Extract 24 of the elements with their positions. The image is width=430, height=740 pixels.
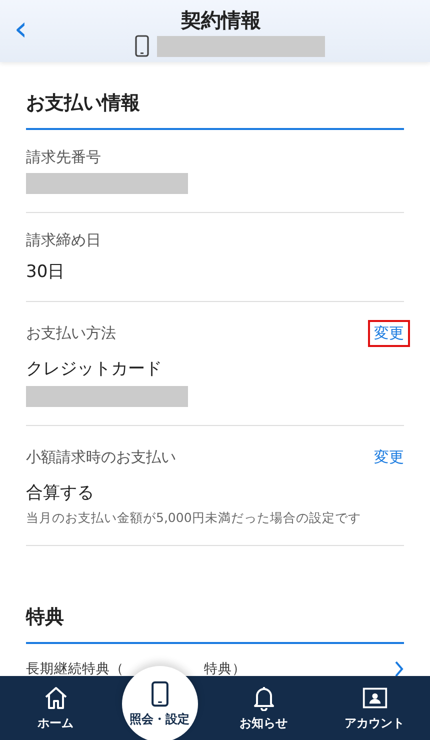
field-value: クレジットカード (26, 358, 163, 380)
section-title: 特典 (26, 596, 404, 644)
nav-tab[interactable]: お知らせ (218, 685, 308, 740)
list-item-label[interactable]: 特典） (204, 660, 246, 678)
back-button[interactable]: ‹ (10, 14, 32, 44)
nav-tab[interactable]: 照会・設定 (122, 666, 198, 740)
field-label: お支払い方法 (26, 324, 116, 343)
change-link[interactable]: 変更 (368, 444, 410, 471)
field-note: 当月のお支払い金額が5,000円未満だった場合の設定です (26, 510, 362, 527)
nav-tab[interactable]: アカウント (330, 685, 420, 740)
field-value: 30日 (26, 261, 66, 283)
phone-icon (135, 35, 149, 57)
chevron-right-icon (394, 660, 404, 678)
list-item-label[interactable]: 長期継続特典（ (26, 660, 124, 678)
home-icon (42, 685, 68, 711)
field-label: 小額請求時のお支払い (26, 448, 176, 467)
field-label: 請求締め日 (26, 231, 101, 250)
field-value: 合算する (26, 482, 95, 504)
section-title: お支払い情報 (26, 82, 404, 130)
screen-title: 契約情報 (181, 7, 261, 33)
change-link[interactable]: 変更 (368, 320, 410, 347)
account-icon (362, 685, 388, 711)
field-label: 請求先番号 (26, 148, 101, 167)
nav-tab[interactable]: ホーム (10, 685, 100, 740)
